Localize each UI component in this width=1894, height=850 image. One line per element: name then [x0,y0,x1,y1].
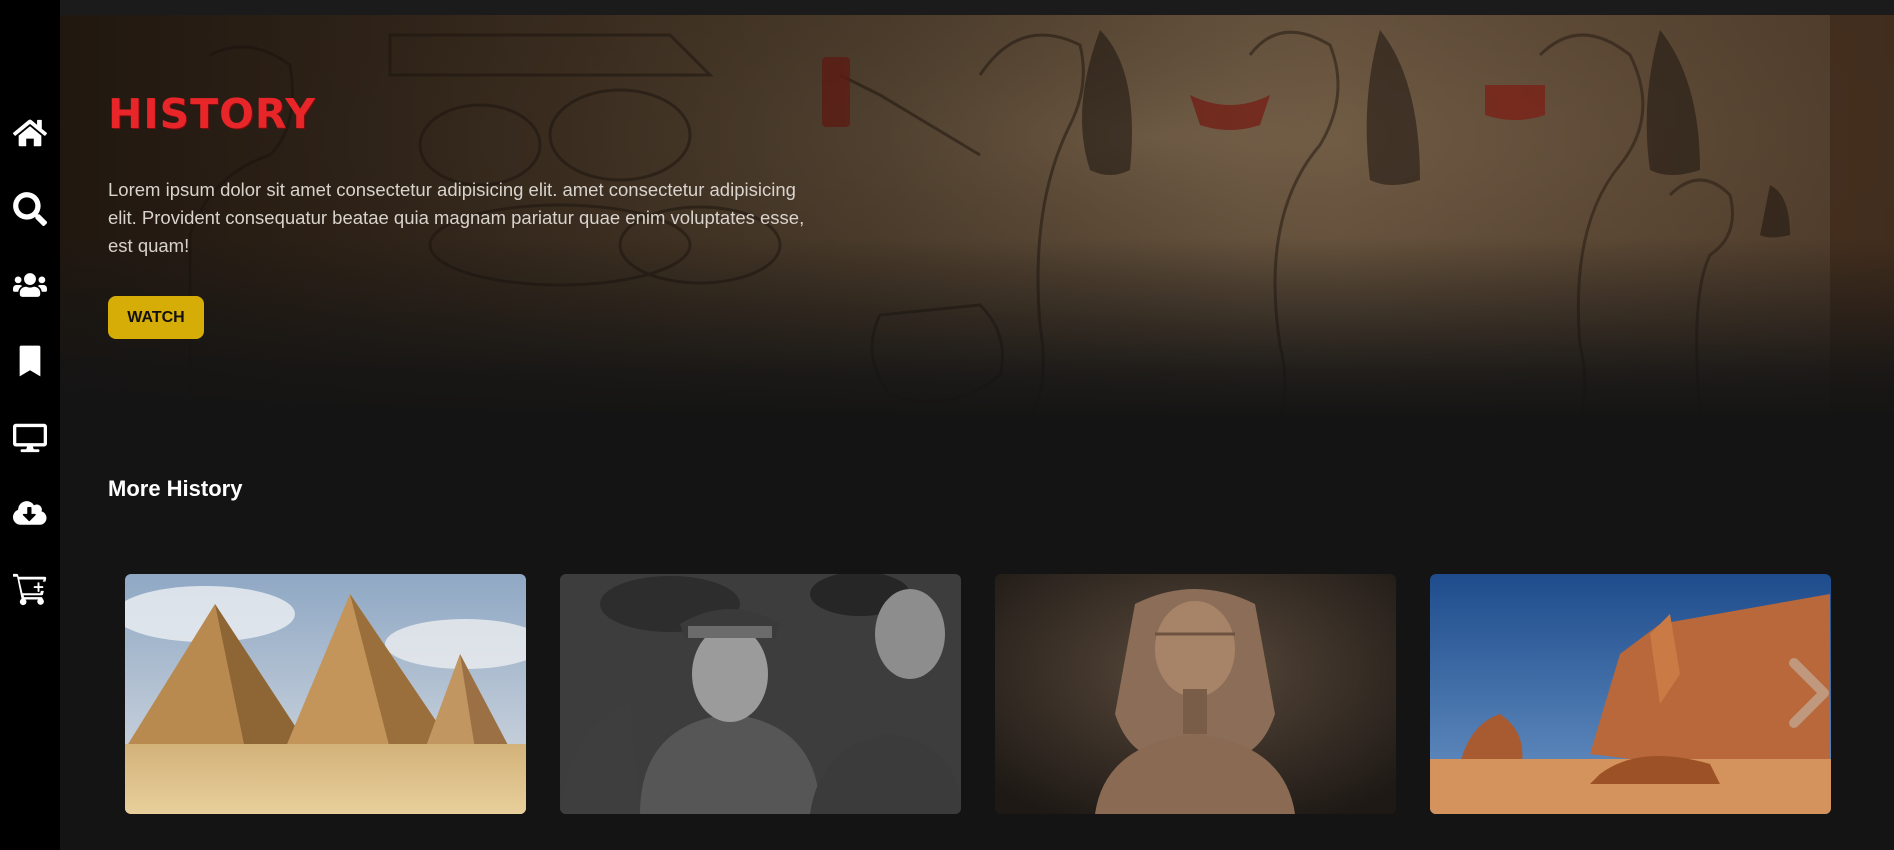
history-card-desert[interactable] [1430,574,1831,814]
carousel-next-arrow-icon[interactable] [1784,658,1834,728]
desert-rocks-thumbnail [1430,574,1831,814]
history-card-pharaoh[interactable] [995,574,1396,814]
nav-cart[interactable] [0,561,60,617]
cart-icon [13,573,47,606]
cloud-download-icon [13,501,47,525]
search-icon [13,192,47,226]
hero-title: HISTORY [108,90,316,138]
watch-button[interactable]: WATCH [108,296,204,339]
history-card-pyramids[interactable] [125,574,526,814]
hero-description: Lorem ipsum dolor sit amet consectetur a… [108,179,805,256]
sidebar [0,0,60,850]
bookmark-icon [19,345,41,377]
nav-home[interactable] [0,105,60,161]
home-icon [13,119,47,147]
nav-downloads[interactable] [0,485,60,541]
nav-bookmarks[interactable] [0,333,60,389]
desktop-icon [13,423,47,453]
users-icon [13,273,47,297]
section-title: More History [108,476,243,501]
soldiers-thumbnail [560,574,961,814]
top-bar [60,0,1894,15]
nav-search[interactable] [0,181,60,237]
nav-community[interactable] [0,257,60,313]
history-card-soldiers[interactable] [560,574,961,814]
nav-tv[interactable] [0,409,60,465]
pharaoh-statue-thumbnail [995,574,1396,814]
pyramids-thumbnail [125,574,526,814]
